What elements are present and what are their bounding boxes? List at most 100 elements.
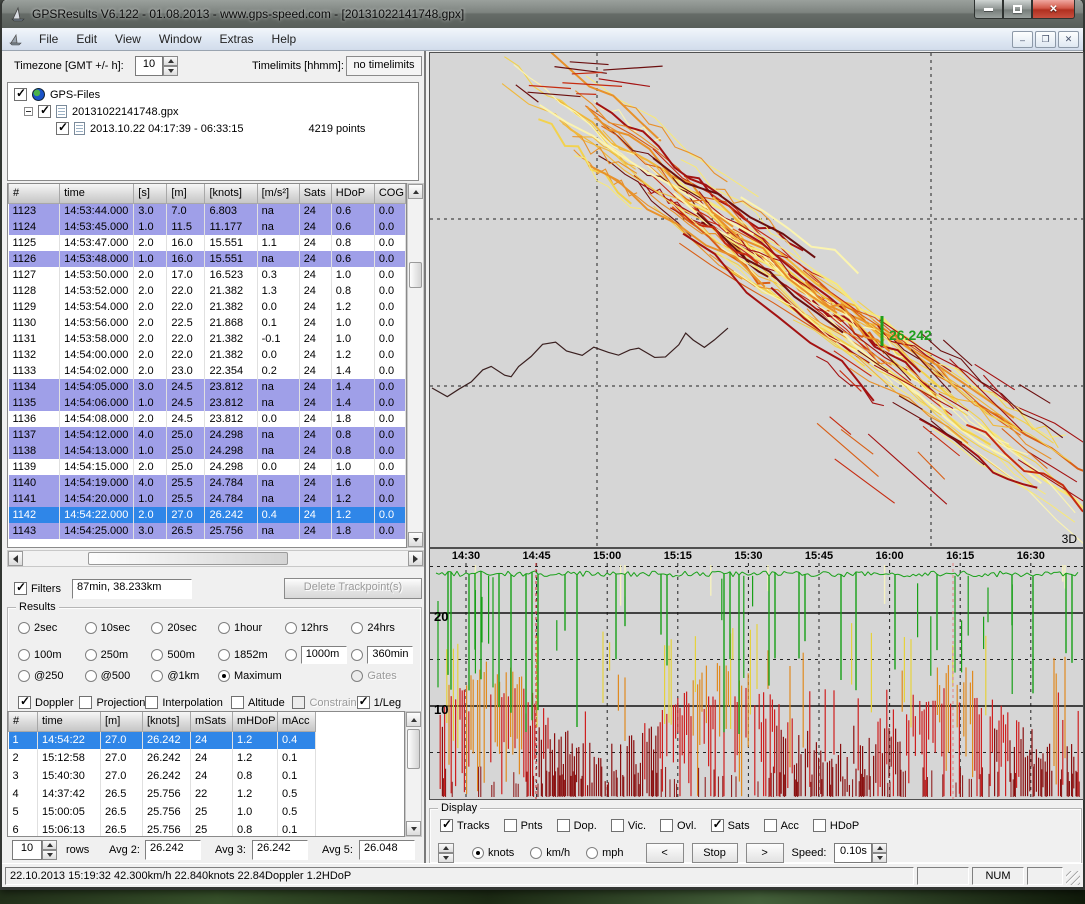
radio-custom-360min[interactable]: 360min (351, 646, 418, 664)
table-row[interactable]: 114314:54:25.0003.026.525.756na241.80.0 (9, 523, 406, 539)
hscroll-thumb[interactable] (88, 552, 288, 565)
column-header[interactable]: time (60, 184, 134, 203)
column-header[interactable]: Sats (299, 184, 331, 203)
file-checkbox[interactable] (38, 105, 51, 118)
radio-icon[interactable] (586, 847, 598, 859)
radio-icon[interactable] (151, 649, 163, 661)
track-table-vscrollbar[interactable] (407, 183, 424, 548)
checkbox-icon[interactable] (145, 696, 158, 709)
track-table-header[interactable]: #time[s][m][knots][m/s²]SatsHDoPCOG (9, 184, 406, 203)
radio-icon[interactable] (285, 649, 297, 661)
tree-item-root[interactable]: GPS-Files (14, 86, 418, 103)
step-forward-button[interactable]: > (746, 843, 784, 863)
checkbox-icon[interactable] (813, 819, 826, 832)
column-header[interactable]: time (38, 712, 101, 731)
checkbox-hdop[interactable]: HDoP (813, 819, 859, 832)
checkbox-constrain[interactable]: Constrain (292, 696, 356, 709)
title-bar[interactable]: GPSResults V6.122 - 01.08.2013 - www.gps… (2, 0, 1083, 28)
table-row[interactable]: 315:40:3027.026.242240.80.1 (9, 767, 405, 785)
radio-icon[interactable] (218, 649, 230, 661)
radio--1km[interactable]: @1km (151, 670, 218, 682)
checkbox-acc[interactable]: Acc (764, 819, 799, 832)
radio-icon[interactable] (85, 622, 97, 634)
step-back-button[interactable]: < (646, 843, 684, 863)
tree-item-file[interactable]: 20131022141748.gpx (14, 103, 418, 120)
checkbox-tracks[interactable]: Tracks (440, 819, 490, 832)
checkbox-projection[interactable]: Projection (79, 696, 145, 709)
checkbox-1-leg[interactable]: 1/Leg (357, 696, 418, 709)
mdi-minimize-button[interactable]: – (1012, 31, 1033, 48)
radio--500[interactable]: @500 (85, 670, 152, 682)
column-header[interactable]: mAcc (278, 712, 316, 731)
checkbox-dop-[interactable]: Dop. (557, 819, 597, 832)
checkbox-icon[interactable] (557, 819, 570, 832)
table-row[interactable]: 615:06:1326.525.756250.80.1 (9, 821, 405, 837)
table-row[interactable]: 112714:53:50.0002.017.016.5230.3241.00.0 (9, 267, 406, 283)
filters-checkbox[interactable]: Filters (14, 582, 61, 595)
column-header[interactable]: mSats (191, 712, 233, 731)
rows-down-icon[interactable] (42, 850, 57, 860)
column-header[interactable]: [m] (101, 712, 143, 731)
menu-edit[interactable]: Edit (67, 29, 106, 49)
custom-value-field[interactable]: 360min (367, 646, 413, 664)
track-table-hscrollbar[interactable] (7, 550, 424, 567)
scroll-left-icon[interactable] (8, 551, 23, 566)
scroll-right-icon[interactable] (408, 551, 423, 566)
radio-knots[interactable]: knots (472, 847, 514, 859)
timezone-spinner[interactable]: 10 (135, 56, 178, 76)
offset-spinner[interactable] (438, 843, 454, 863)
table-row[interactable]: 414:37:4226.525.756221.20.5 (9, 785, 405, 803)
radio-20sec[interactable]: 20sec (151, 622, 218, 634)
radio-2sec[interactable]: 2sec (18, 622, 85, 634)
custom-value-field[interactable]: 1000m (301, 646, 347, 664)
stop-button[interactable]: Stop (692, 843, 738, 863)
mdi-restore-button[interactable]: ❐ (1035, 31, 1056, 48)
radio-icon[interactable] (151, 622, 163, 634)
column-header[interactable]: [knots] (143, 712, 191, 731)
table-row[interactable]: 112814:53:52.0002.022.021.3821.3240.80.0 (9, 283, 406, 299)
scroll-up-icon[interactable] (408, 184, 423, 199)
radio--250[interactable]: @250 (18, 670, 85, 682)
timezone-down-icon[interactable] (163, 66, 178, 76)
table-row[interactable]: 215:12:5827.026.242241.20.1 (9, 749, 405, 767)
menu-extras[interactable]: Extras (211, 29, 263, 49)
menu-window[interactable]: Window (150, 29, 211, 49)
radio-1852m[interactable]: 1852m (218, 649, 285, 661)
table-row[interactable]: 113814:54:13.0001.025.024.298na240.80.0 (9, 443, 406, 459)
map-3d-label[interactable]: 3D (1062, 532, 1077, 546)
radio-icon[interactable] (85, 670, 97, 682)
table-row[interactable]: 112314:53:44.0003.07.06.803na240.60.0 (9, 203, 406, 219)
radio-12hrs[interactable]: 12hrs (285, 622, 352, 634)
results-table-header[interactable]: #time[m][knots]mSatsmHDoPmAcc (9, 712, 405, 731)
table-row[interactable]: 113614:54:08.0002.024.523.8120.0241.80.0 (9, 411, 406, 427)
table-row[interactable]: 112614:53:48.0001.016.015.551na240.60.0 (9, 251, 406, 267)
checkbox-icon[interactable] (440, 819, 453, 832)
offset-up-icon[interactable] (438, 843, 454, 853)
collapse-icon[interactable] (24, 107, 33, 116)
radio-gates[interactable]: Gates (351, 670, 418, 682)
radio-icon[interactable] (18, 670, 30, 682)
radio-maximum[interactable]: Maximum (218, 670, 351, 682)
table-row[interactable]: 113414:54:05.0003.024.523.812na241.40.0 (9, 379, 406, 395)
speed-up-icon[interactable] (872, 843, 887, 853)
tree-root-label[interactable]: GPS-Files (50, 89, 100, 101)
column-header[interactable]: [m] (167, 184, 205, 203)
timezone-value[interactable]: 10 (135, 56, 163, 76)
column-header[interactable]: mHDoP (233, 712, 278, 731)
radio-icon[interactable] (472, 847, 484, 859)
radio-icon[interactable] (85, 649, 97, 661)
maximize-button[interactable] (1003, 0, 1032, 19)
radio-mph[interactable]: mph (586, 847, 623, 859)
speed-down-icon[interactable] (872, 853, 887, 863)
checkbox-icon[interactable] (357, 696, 370, 709)
checkbox-ovl-[interactable]: Ovl. (660, 819, 697, 832)
scroll-down-icon[interactable] (406, 821, 421, 836)
checkbox-icon[interactable] (292, 696, 305, 709)
delete-trackpoints-button[interactable]: Delete Trackpoint(s) (284, 578, 422, 599)
document-system-icon[interactable] (8, 31, 24, 47)
results-table-vscrollbar[interactable] (405, 711, 422, 837)
table-row[interactable]: 113114:53:58.0002.022.021.382-0.1241.00.… (9, 331, 406, 347)
radio-icon[interactable] (351, 622, 363, 634)
checkbox-altitude[interactable]: Altitude (231, 696, 292, 709)
checkbox-icon[interactable] (764, 819, 777, 832)
